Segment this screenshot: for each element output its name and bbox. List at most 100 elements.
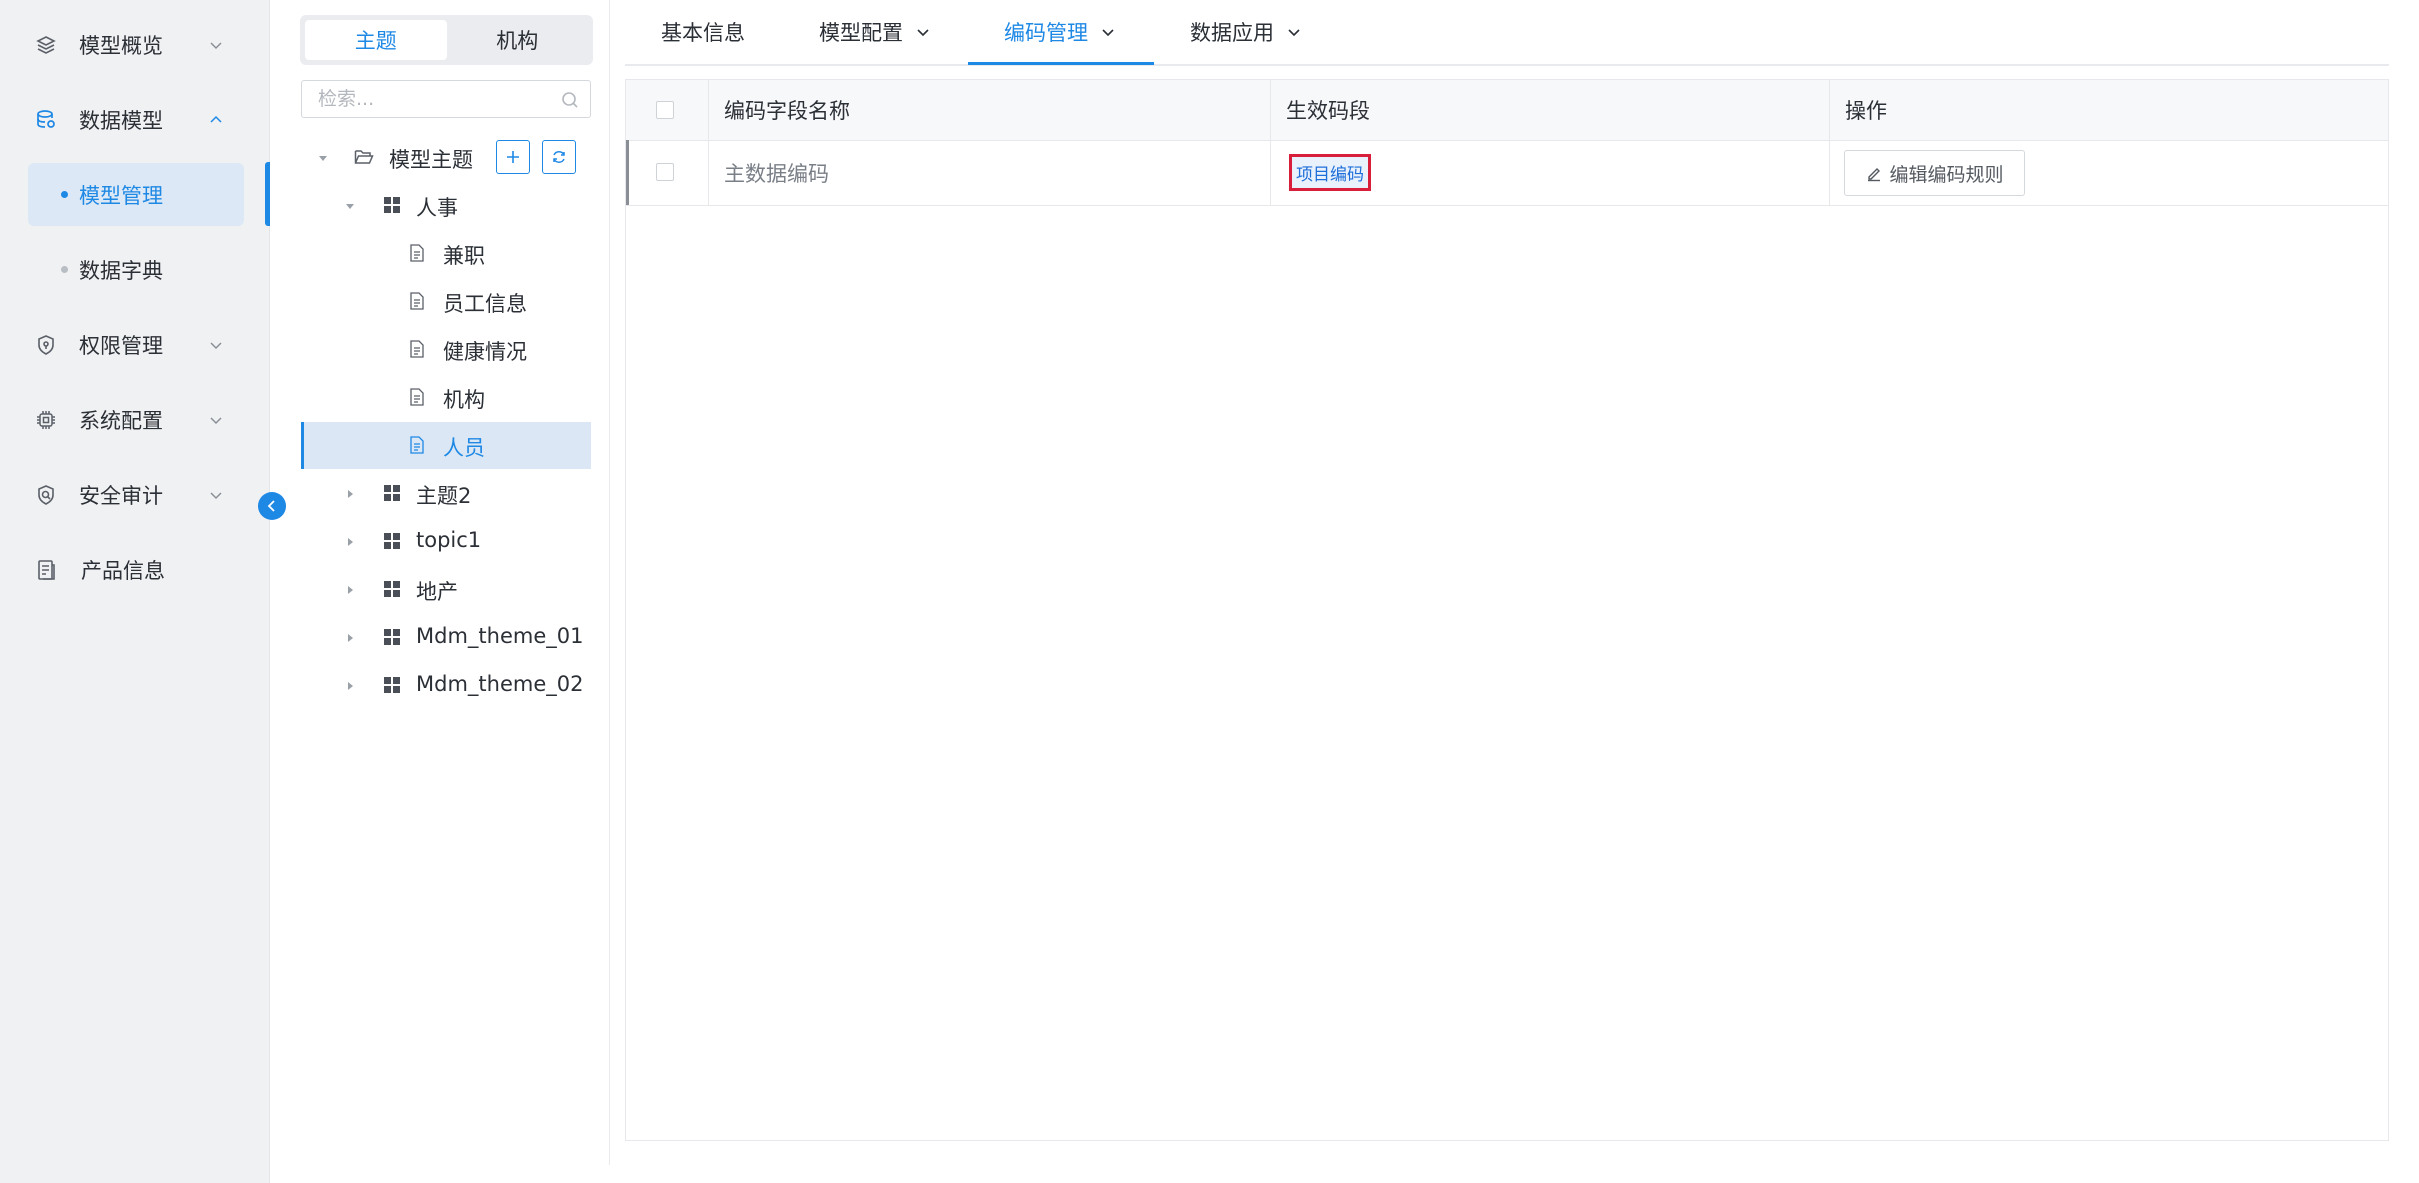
caret-down-icon[interactable]: [343, 199, 357, 213]
button-label: 编辑编码规则: [1889, 163, 2004, 186]
nav-label: 产品信息: [81, 559, 165, 583]
panel-divider: [609, 0, 610, 1165]
sidebar-item-model-management[interactable]: 模型管理: [28, 163, 244, 226]
chevron-down-icon: [206, 485, 226, 505]
search-input[interactable]: [316, 81, 560, 117]
grid-icon: [382, 195, 402, 215]
code-field-name: 主数据编码: [724, 161, 829, 186]
table-row: 主数据编码 项目编码 编辑编码规则: [626, 140, 2388, 206]
file-icon: [407, 387, 427, 407]
tree-node-group[interactable]: Mdm_theme_02: [301, 662, 591, 709]
column-header: 编码字段名称: [724, 99, 850, 123]
tab-data-application[interactable]: 数据应用: [1190, 0, 1302, 64]
segment-organization[interactable]: 机构: [447, 20, 589, 60]
tab-label: 模型配置: [819, 21, 903, 45]
chevron-down-icon: [915, 24, 931, 40]
chevron-up-icon: [206, 110, 226, 130]
chevron-down-icon: [206, 410, 226, 430]
nav-label: 数据模型: [79, 109, 163, 133]
tree-node-group[interactable]: 人事: [301, 182, 591, 229]
tree-node-group[interactable]: 地产: [301, 566, 591, 613]
nav-item-product-info[interactable]: 产品信息: [0, 540, 268, 600]
tree-node-leaf-selected[interactable]: 人员: [301, 422, 591, 469]
chip-icon: [33, 407, 59, 433]
audit-icon: [33, 482, 59, 508]
grid-icon: [382, 579, 402, 599]
table-header: 编码字段名称 生效码段 操作: [626, 80, 2388, 141]
active-indicator: [265, 162, 270, 226]
tree-node-leaf[interactable]: 员工信息: [301, 278, 591, 325]
nav-item-security-audit[interactable]: 安全审计: [0, 465, 268, 525]
sidebar-item-data-dictionary[interactable]: 数据字典: [28, 238, 244, 301]
bullet-dot: [61, 191, 68, 198]
collapse-sidebar-button[interactable]: [258, 492, 286, 520]
tree-node-label: 模型主题: [389, 148, 473, 172]
tree-node-label: 主题2: [416, 484, 472, 508]
sidebar: 模型概览 数据模型 模型管理 数据字典 权限管理 系统配置 安全审计 产品信息: [0, 0, 270, 1183]
tree-node-label: Mdm_theme_01: [416, 624, 584, 648]
search-icon[interactable]: [560, 90, 580, 110]
file-icon: [407, 243, 427, 263]
caret-right-icon[interactable]: [343, 679, 357, 693]
file-icon: [407, 291, 427, 311]
caret-down-icon[interactable]: [316, 151, 330, 165]
caret-right-icon[interactable]: [343, 631, 357, 645]
column-header: 操作: [1845, 99, 1887, 123]
active-tab-underline: [968, 62, 1154, 65]
tree-node-label: 员工信息: [443, 292, 527, 316]
chevron-down-icon: [1286, 24, 1302, 40]
nav-item-model-overview[interactable]: 模型概览: [0, 15, 268, 75]
folder-open-icon: [354, 147, 374, 167]
tree-node-leaf[interactable]: 机构: [301, 374, 591, 421]
tab-code-management[interactable]: 编码管理: [1004, 0, 1116, 64]
sidebar-item-label: 数据字典: [79, 258, 163, 283]
segment-theme[interactable]: 主题: [305, 20, 447, 60]
layers-icon: [33, 32, 59, 58]
nav-label: 安全审计: [79, 484, 163, 508]
add-theme-button[interactable]: [496, 140, 530, 174]
tab-basic-info[interactable]: 基本信息: [661, 0, 745, 64]
file-icon: [407, 435, 427, 455]
caret-right-icon[interactable]: [343, 535, 357, 549]
tree-node-label: Mdm_theme_02: [416, 672, 584, 696]
tree-node-group[interactable]: 主题2: [301, 470, 591, 517]
chevron-down-icon: [206, 335, 226, 355]
chevron-down-icon: [1100, 24, 1116, 40]
refresh-icon: [553, 151, 565, 163]
database-icon: [33, 107, 59, 133]
tree-search: [301, 80, 591, 118]
edit-code-rule-button[interactable]: 编辑编码规则: [1844, 150, 2025, 196]
tree-node-group[interactable]: Mdm_theme_01: [301, 614, 591, 661]
nav-label: 权限管理: [79, 334, 163, 358]
caret-right-icon[interactable]: [343, 487, 357, 501]
column-header: 生效码段: [1286, 99, 1370, 123]
select-all-checkbox[interactable]: [656, 101, 674, 119]
nav-item-data-model[interactable]: 数据模型: [0, 90, 268, 150]
tab-label: 数据应用: [1190, 21, 1274, 45]
chevron-down-icon: [206, 35, 226, 55]
tab-label: 基本信息: [661, 21, 745, 45]
nav-item-permission-management[interactable]: 权限管理: [0, 315, 268, 375]
tree-node-group[interactable]: topic1: [301, 518, 591, 565]
tree-node-label: 兼职: [443, 244, 485, 268]
tab-bar: 基本信息 模型配置 编码管理 数据应用: [625, 0, 2389, 66]
caret-right-icon[interactable]: [343, 583, 357, 597]
tree-node-label: 健康情况: [443, 340, 527, 364]
tree-node-label: 人事: [416, 196, 458, 220]
tab-label: 编码管理: [1004, 21, 1088, 45]
nav-label: 模型概览: [79, 34, 163, 58]
nav-item-system-config[interactable]: 系统配置: [0, 390, 268, 450]
grid-icon: [382, 627, 402, 647]
tree-node-leaf[interactable]: 健康情况: [301, 326, 591, 373]
tree-node-leaf[interactable]: 兼职: [301, 230, 591, 277]
sidebar-item-label: 模型管理: [79, 183, 163, 208]
refresh-tree-button[interactable]: [542, 140, 576, 174]
tree-node-label: topic1: [416, 528, 482, 552]
shield-icon: [33, 332, 59, 358]
row-checkbox[interactable]: [656, 163, 674, 181]
edit-icon: [1865, 164, 1883, 182]
tab-model-config[interactable]: 模型配置: [819, 0, 931, 64]
segment-tag[interactable]: 项目编码: [1289, 154, 1371, 191]
tree-node-label: 地产: [416, 580, 458, 604]
file-icon: [407, 339, 427, 359]
